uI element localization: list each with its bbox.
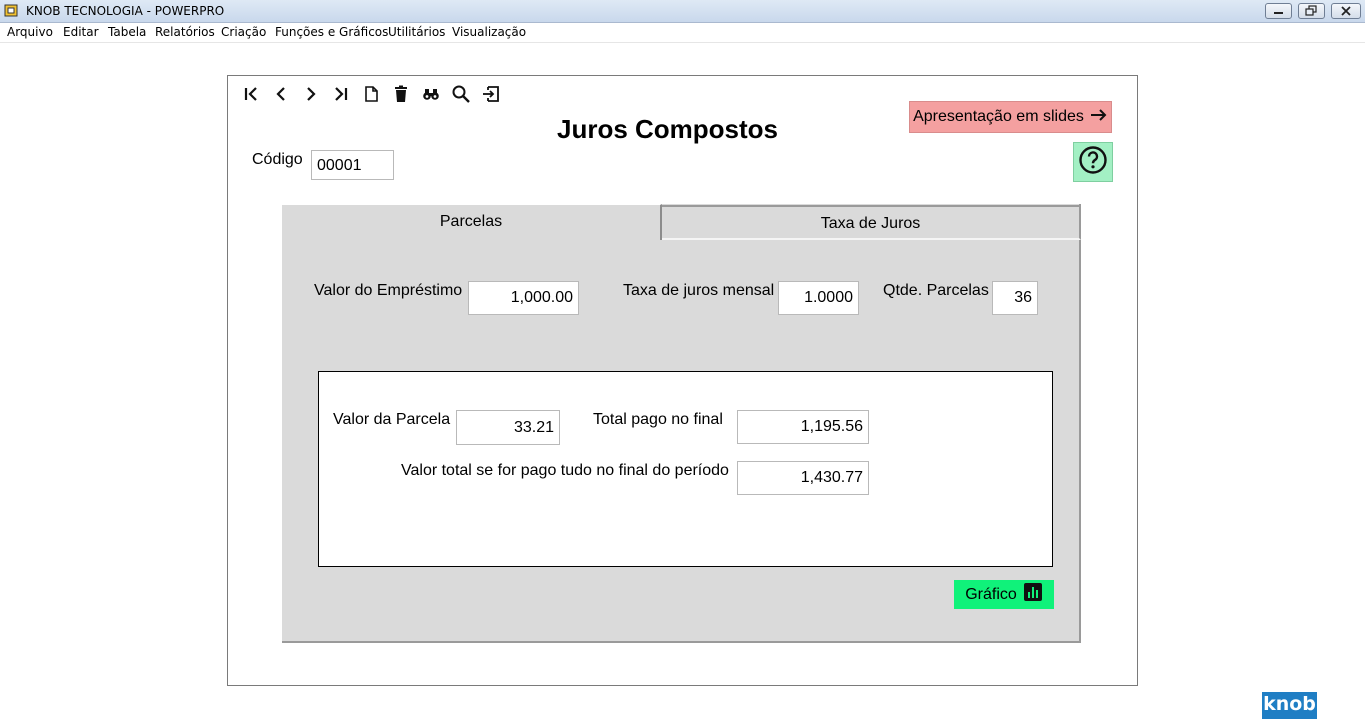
menu-editar[interactable]: Editar (63, 25, 99, 39)
valor-emprestimo-label: Valor do Empréstimo (314, 282, 463, 299)
codigo-label: Código (252, 151, 303, 168)
valor-parcela-label: Valor da Parcela (333, 411, 451, 428)
bar-chart-icon (1023, 582, 1043, 607)
help-button[interactable] (1073, 142, 1113, 182)
search-icon[interactable] (451, 84, 471, 104)
menu-bar: Arquivo Editar Tabela Relatórios Criação… (0, 23, 1365, 43)
tab-parcelas[interactable]: Parcelas (282, 204, 662, 240)
previous-record-icon[interactable] (271, 84, 291, 104)
delete-icon[interactable] (391, 84, 411, 104)
total-pago-label: Total pago no final (593, 411, 723, 428)
qtde-parcelas-field[interactable]: 36 (992, 281, 1038, 315)
exit-icon[interactable] (481, 84, 501, 104)
form-title: Juros Compostos (556, 114, 779, 144)
taxa-juros-field[interactable]: 1.0000 (778, 281, 859, 315)
close-button[interactable] (1331, 3, 1361, 19)
tab-taxa-de-juros[interactable]: Taxa de Juros (662, 205, 1081, 240)
menu-funcoes-graficos[interactable]: Funções e Gráficos (275, 25, 388, 39)
menu-relatorios[interactable]: Relatórios (155, 25, 215, 39)
slideshow-button[interactable]: Apresentação em slides (909, 101, 1112, 133)
grafico-button[interactable]: Gráfico (954, 580, 1054, 609)
help-icon (1078, 145, 1108, 180)
menu-visualizacao[interactable]: Visualização (452, 25, 526, 39)
restore-button[interactable] (1298, 3, 1325, 19)
next-record-icon[interactable] (301, 84, 321, 104)
total-pago-field[interactable]: 1,195.56 (737, 410, 869, 444)
arrow-right-icon (1090, 108, 1108, 127)
codigo-field[interactable]: 00001 (311, 150, 394, 180)
qtde-parcelas-label: Qtde. Parcelas (883, 282, 989, 299)
menu-utilitarios[interactable]: Utilitários (388, 25, 445, 39)
slideshow-button-label: Apresentação em slides (913, 108, 1084, 125)
title-bar: KNOB TECNOLOGIA - POWERPRO (0, 0, 1365, 23)
first-record-icon[interactable] (241, 84, 261, 104)
menu-tabela[interactable]: Tabela (108, 25, 146, 39)
knob-logo: knob (1262, 692, 1317, 719)
taxa-juros-label: Taxa de juros mensal (623, 282, 775, 299)
grafico-button-label: Gráfico (965, 585, 1017, 603)
find-icon[interactable] (421, 84, 441, 104)
valor-total-field[interactable]: 1,430.77 (737, 461, 869, 495)
valor-emprestimo-field[interactable]: 1,000.00 (468, 281, 579, 315)
menu-criacao[interactable]: Criação (221, 25, 266, 39)
app-icon (4, 3, 19, 18)
minimize-button[interactable] (1265, 3, 1292, 19)
last-record-icon[interactable] (331, 84, 351, 104)
window-title: KNOB TECNOLOGIA - POWERPRO (26, 4, 225, 18)
new-record-icon[interactable] (361, 84, 381, 104)
valor-total-label: Valor total se for pago tudo no final do… (401, 462, 729, 479)
valor-parcela-field[interactable]: 33.21 (456, 410, 560, 445)
menu-arquivo[interactable]: Arquivo (7, 25, 53, 39)
